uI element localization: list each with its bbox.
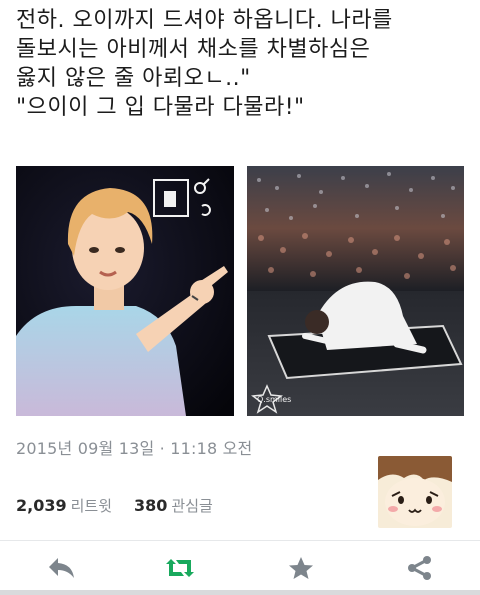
retweet-count[interactable]: 2,039 (16, 496, 67, 515)
like-label[interactable]: 관심글 (171, 495, 212, 516)
bottom-edge (0, 590, 480, 595)
liker-avatar[interactable] (378, 456, 452, 528)
photo-illustration-right: Q.smiles (247, 166, 464, 416)
tweet-line: "으이이 그 입 다물라 다물라!" (16, 95, 305, 120)
retweet-icon (166, 559, 194, 577)
tweet-stats: 2,039 리트윗 380 관심글 (16, 495, 213, 516)
photo-illustration-left (16, 166, 234, 416)
tweet-text: 전하. 오이까지 드셔야 하옵니다. 나라를 돌보시는 아비께서 채소를 차별하… (16, 6, 471, 122)
action-divider (0, 540, 480, 541)
star-icon (289, 557, 313, 579)
tweet-photo-right[interactable]: Q.smiles (247, 166, 464, 416)
tweet-timestamp: 2015년 09월 13일 · 11:18 오전 (16, 439, 253, 458)
avatar-illustration (378, 456, 452, 528)
tweet-photo-left[interactable] (16, 166, 234, 416)
reply-button[interactable] (44, 552, 80, 584)
tweet-line: 옳지 않은 줄 아뢰오ㄴ.." (16, 66, 251, 91)
share-icon (408, 556, 431, 580)
share-button[interactable] (402, 552, 438, 584)
like-count[interactable]: 380 (134, 496, 167, 515)
watermark-text: Q.smiles (257, 395, 291, 404)
tweet-line: 전하. 오이까지 드셔야 하옵니다. 나라를 (16, 8, 393, 33)
tweet-line: 돌보시는 아비께서 채소를 차별하심은 (16, 37, 371, 62)
retweet-button[interactable] (162, 552, 198, 584)
retweet-label[interactable]: 리트윗 (71, 495, 112, 516)
favorite-button[interactable] (283, 552, 319, 584)
tweet-actions (0, 548, 480, 588)
reply-icon (49, 558, 74, 578)
